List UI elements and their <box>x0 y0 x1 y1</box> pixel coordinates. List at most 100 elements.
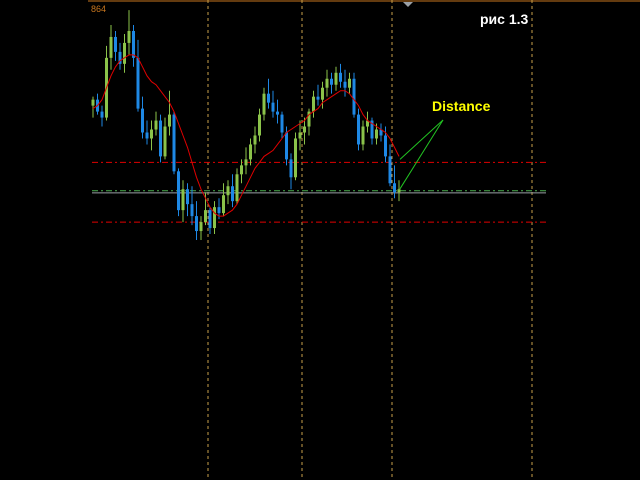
candle-6 <box>118 42 122 70</box>
candle-body <box>267 93 270 103</box>
candle-body <box>150 129 153 139</box>
candle-53 <box>330 72 333 94</box>
candle-body <box>190 204 194 217</box>
candle-body <box>289 159 293 178</box>
candle-59 <box>357 108 360 151</box>
candle-body <box>127 30 131 43</box>
candle-10 <box>136 39 140 112</box>
candle-body <box>361 126 365 145</box>
candle-body <box>388 156 392 184</box>
candle-49 <box>312 90 315 118</box>
candle-body <box>393 183 396 193</box>
candle-48 <box>307 108 311 136</box>
candle-15 <box>159 114 162 163</box>
chart-window: 864 рис 1.3 Distance <box>0 0 640 480</box>
candle-8 <box>127 10 131 55</box>
candle-body <box>217 207 221 214</box>
candle-0 <box>91 96 95 118</box>
candle-body <box>213 207 216 229</box>
candle-body <box>325 78 329 88</box>
candle-body <box>231 186 234 202</box>
candle-body <box>177 171 180 211</box>
candle-body <box>235 174 239 202</box>
candle-body <box>339 72 342 82</box>
candle-9 <box>132 25 135 67</box>
candle-20 <box>181 180 185 223</box>
candle-body <box>294 138 297 178</box>
candle-61 <box>366 111 369 133</box>
candle-body <box>285 132 288 160</box>
distance-line-to-price <box>399 119 444 190</box>
candle-body <box>330 78 333 85</box>
candle-body <box>181 189 185 211</box>
candle-body <box>249 144 252 160</box>
candle-13 <box>150 120 153 151</box>
candle-body <box>168 114 171 127</box>
candle-23 <box>195 201 198 240</box>
distance-annotation-lines <box>399 119 444 190</box>
distance-annotation-label: Distance <box>432 98 491 114</box>
candle-body <box>384 135 387 157</box>
current-bar-marker <box>403 2 413 7</box>
candle-29 <box>222 183 225 217</box>
candle-body <box>123 42 126 64</box>
candle-body <box>91 99 95 106</box>
candle-36 <box>253 126 257 154</box>
price-scale-label: 864 <box>91 4 107 14</box>
candle-37 <box>258 108 261 142</box>
candle-body <box>357 114 360 145</box>
candle-5 <box>114 30 117 61</box>
candle-32 <box>235 168 239 205</box>
candle-4 <box>109 25 113 70</box>
candle-body <box>244 159 248 166</box>
candle-body <box>109 36 113 58</box>
candle-46 <box>298 120 302 151</box>
candle-14 <box>154 111 158 136</box>
candle-body <box>397 189 401 193</box>
candle-body <box>321 87 324 100</box>
candle-body <box>352 78 356 115</box>
candle-body <box>298 132 302 139</box>
candle-55 <box>339 63 342 88</box>
candle-35 <box>249 138 252 166</box>
candle-body <box>303 126 306 133</box>
candle-2 <box>100 105 104 127</box>
candle-58 <box>352 72 356 118</box>
candle-57 <box>348 72 351 94</box>
candle-30 <box>226 180 230 205</box>
candle-31 <box>231 174 234 208</box>
candle-body <box>280 114 284 133</box>
candle-body <box>172 114 176 172</box>
candle-42 <box>280 111 284 139</box>
candle-body <box>199 222 203 232</box>
candle-body <box>226 186 230 196</box>
candle-body <box>145 132 149 139</box>
candle-68 <box>397 180 401 202</box>
candlestick-chart <box>88 0 640 480</box>
candle-body <box>114 36 117 52</box>
candle-body <box>159 120 162 157</box>
candle-body <box>253 135 257 145</box>
candle-52 <box>325 69 329 97</box>
candle-27 <box>213 201 216 235</box>
candle-body <box>208 210 212 229</box>
candle-body <box>141 108 144 133</box>
candle-3 <box>105 45 108 121</box>
candle-body <box>154 120 158 130</box>
candle-56 <box>343 69 347 97</box>
candle-body <box>186 189 189 205</box>
candle-18 <box>172 111 176 175</box>
candle-body <box>132 30 135 58</box>
candle-11 <box>141 96 144 139</box>
candle-50 <box>316 84 320 106</box>
candle-body <box>240 165 243 175</box>
candle-34 <box>244 147 248 175</box>
candle-body <box>271 102 275 112</box>
candle-body <box>375 129 378 139</box>
candle-body <box>258 114 261 136</box>
candle-44 <box>289 153 293 190</box>
candle-21 <box>186 183 189 217</box>
candle-19 <box>177 168 180 217</box>
price-level-lines <box>92 161 546 223</box>
candle-body <box>204 210 207 223</box>
